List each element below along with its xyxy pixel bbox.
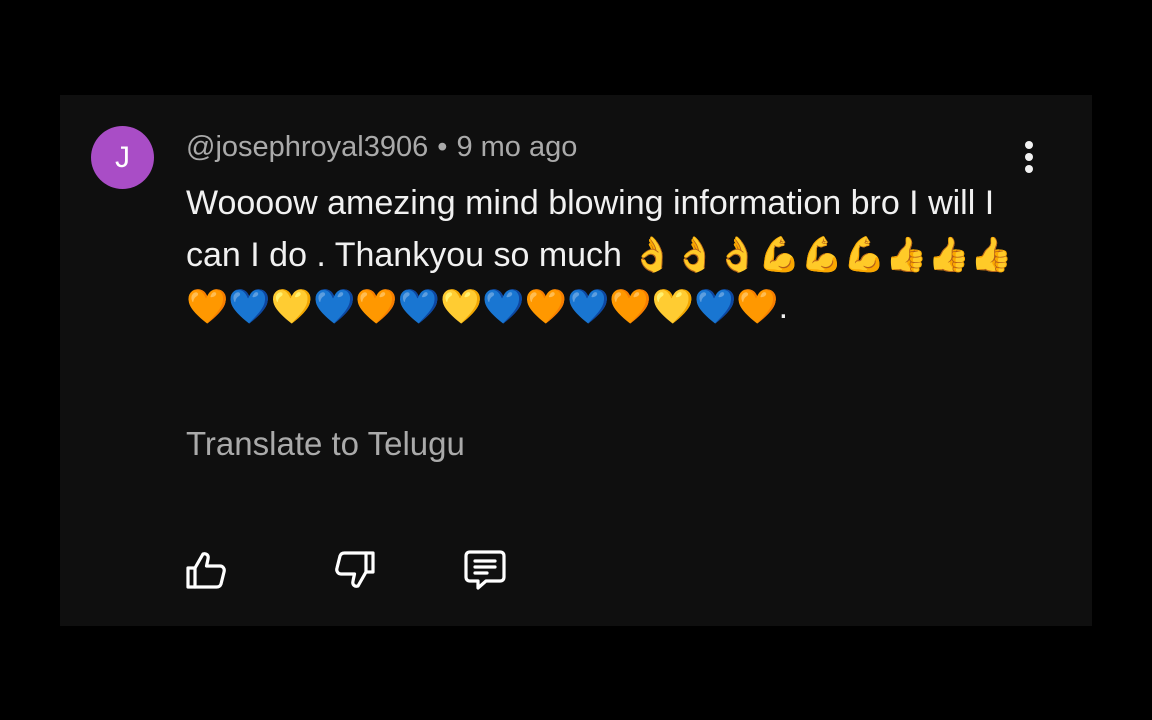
reply-button[interactable] — [461, 546, 509, 594]
thumbs-up-icon — [186, 552, 226, 589]
more-vertical-icon[interactable] — [1014, 137, 1044, 177]
translate-link[interactable]: Translate to Telugu — [186, 424, 465, 464]
avatar[interactable]: J — [91, 126, 154, 189]
like-button[interactable] — [182, 546, 230, 594]
dislike-button[interactable] — [331, 546, 379, 594]
meta-separator: • — [437, 131, 448, 163]
comment-reply-icon — [464, 550, 506, 590]
comment-header: @josephroyal3906 • 9 mo ago — [186, 129, 577, 165]
comment-timestamp: 9 mo ago — [456, 131, 578, 163]
thumbs-down-icon — [335, 551, 375, 588]
author-handle[interactable]: @josephroyal3906 — [186, 131, 428, 163]
comment-card: J @josephroyal3906 • 9 mo ago Woooow amezi… — [60, 95, 1092, 626]
comment-text: Woooow amezing mind blowing information … — [186, 184, 1013, 326]
